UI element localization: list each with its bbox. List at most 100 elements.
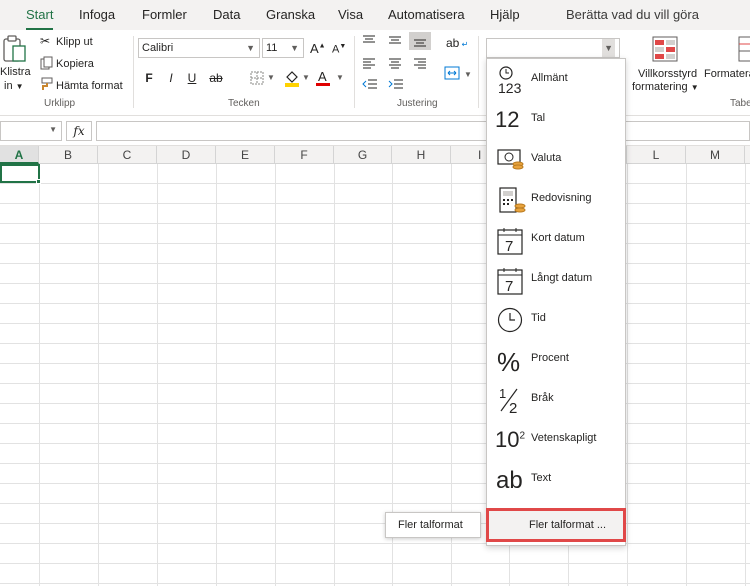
short-date-icon: 7 (497, 228, 523, 255)
tab-granska[interactable]: Granska (266, 0, 315, 30)
more-number-formats-button[interactable]: Fler talformat ... (486, 508, 626, 542)
paste-icon (3, 35, 26, 62)
styles-group-label: Tabe (730, 98, 750, 109)
menu-item-currency[interactable]: Valuta (487, 139, 625, 179)
grid-line (0, 363, 750, 364)
grid-line (0, 243, 750, 244)
chevron-down-icon: ▼ (602, 39, 615, 57)
menu-item-label: Kort datum (531, 232, 585, 244)
menu-item-label: Text (531, 472, 552, 484)
column-header-a[interactable]: A (0, 146, 39, 164)
column-header-m[interactable]: M (686, 146, 745, 164)
copy-icon (40, 56, 53, 70)
svg-text:7: 7 (505, 238, 513, 255)
grid-line (0, 583, 750, 584)
tab-hjalp[interactable]: Hjälp (490, 0, 520, 30)
scissors-icon: ✂ (40, 34, 51, 48)
align-left-icon[interactable] (362, 57, 376, 69)
more-number-formats-label: Fler talformat ... (529, 519, 607, 531)
align-right-icon[interactable] (413, 57, 427, 69)
tab-start[interactable]: Start (26, 0, 54, 30)
column-header-c[interactable]: C (98, 146, 157, 164)
tab-visa[interactable]: Visa (338, 0, 363, 30)
font-color-icon: A (318, 69, 327, 84)
menu-item-label: Tid (531, 312, 546, 324)
fill-handle[interactable] (36, 179, 41, 184)
menu-item-time[interactable]: Tid (487, 299, 625, 339)
grid-line (0, 423, 750, 424)
conditional-formatting-label: Villkorsstyrd (638, 68, 698, 80)
grid-line (0, 263, 750, 264)
column-header-l[interactable]: L (627, 146, 686, 164)
grow-font-button[interactable]: A▲ (310, 41, 326, 56)
group-divider (478, 36, 479, 108)
menu-item-general[interactable]: 123 Allmänt (487, 59, 625, 99)
tab-formler[interactable]: Formler (142, 0, 187, 30)
align-center-icon[interactable] (388, 57, 402, 69)
bold-button[interactable]: F (141, 70, 157, 86)
merge-center-icon[interactable] (444, 66, 460, 80)
menu-item-number[interactable]: 12 Tal (487, 99, 625, 139)
number-format-dropdown[interactable]: ▼ (486, 38, 620, 58)
formula-input[interactable] (96, 121, 750, 141)
column-header-f[interactable]: F (275, 146, 334, 164)
align-middle-icon[interactable] (388, 34, 402, 46)
menu-item-text[interactable]: ab Text (487, 459, 625, 499)
chevron-down-icon: ▼ (246, 43, 255, 53)
increase-indent-icon[interactable] (388, 78, 404, 90)
wrap-text-button[interactable]: ab ↵ (446, 36, 468, 50)
tab-infoga[interactable]: Infoga (79, 0, 115, 30)
font-size-dropdown[interactable]: 11 ▼ (262, 38, 304, 58)
grid-line (0, 203, 750, 204)
copy-label: Kopiera (56, 58, 94, 70)
chevron-down-icon: ▼ (464, 70, 472, 79)
decrease-indent-icon[interactable] (362, 78, 378, 90)
menu-item-percent[interactable]: % Procent (487, 339, 625, 379)
column-header-n[interactable] (745, 146, 750, 164)
svg-text:123: 123 (498, 80, 522, 95)
grid-line (0, 443, 750, 444)
tab-data[interactable]: Data (213, 0, 240, 30)
long-date-icon: 7 (497, 268, 523, 295)
font-name-value: Calibri (142, 42, 174, 54)
italic-button[interactable]: I (163, 70, 179, 86)
strikethrough-button[interactable]: ab (206, 70, 226, 86)
scientific-icon: 102 (495, 427, 526, 452)
column-header-b[interactable]: B (39, 146, 98, 164)
paint-bucket-icon (285, 71, 299, 87)
align-bottom-button[interactable] (409, 32, 431, 50)
menu-item-scientific[interactable]: 102 Vetenskapligt (487, 419, 625, 459)
tab-automatisera[interactable]: Automatisera (388, 0, 465, 30)
chevron-down-icon: ▼ (49, 125, 57, 134)
grid-line (0, 303, 750, 304)
format-painter-label: Hämta format (56, 80, 123, 92)
menu-item-short-date[interactable]: 7 Kort datum (487, 219, 625, 259)
spreadsheet-grid[interactable]: A B C D E F G H I L M (0, 146, 750, 586)
menu-item-label: Valuta (531, 152, 562, 164)
align-top-icon[interactable] (362, 34, 376, 46)
menu-item-long-date[interactable]: 7 Långt datum (487, 259, 625, 299)
name-box[interactable]: ▼ (0, 121, 62, 141)
menu-item-fraction[interactable]: 1 2 Bråk (487, 379, 625, 419)
font-name-dropdown[interactable]: Calibri ▼ (138, 38, 260, 58)
menu-item-accounting[interactable]: Redovisning (487, 179, 625, 219)
column-header-g[interactable]: G (334, 146, 392, 164)
group-divider (133, 36, 134, 108)
accounting-icon (499, 187, 526, 213)
shrink-font-button[interactable]: A▼ (332, 43, 346, 56)
column-header-h[interactable]: H (392, 146, 451, 164)
align-bottom-icon (414, 39, 426, 47)
grid-line (0, 283, 750, 284)
menu-item-label: Vetenskapligt (531, 432, 597, 444)
column-header-e[interactable]: E (216, 146, 275, 164)
tell-me-search[interactable]: Berätta vad du vill göra (566, 0, 699, 30)
grid-line (0, 503, 750, 504)
chevron-down-icon: ▼ (302, 73, 310, 82)
borders-icon (250, 71, 264, 85)
insert-function-button[interactable]: fx (66, 121, 92, 141)
column-header-d[interactable]: D (157, 146, 216, 164)
underline-button[interactable]: U (184, 70, 200, 86)
svg-text:2: 2 (509, 400, 517, 415)
selected-cell-a1[interactable] (0, 164, 40, 183)
grid-line (0, 563, 750, 564)
